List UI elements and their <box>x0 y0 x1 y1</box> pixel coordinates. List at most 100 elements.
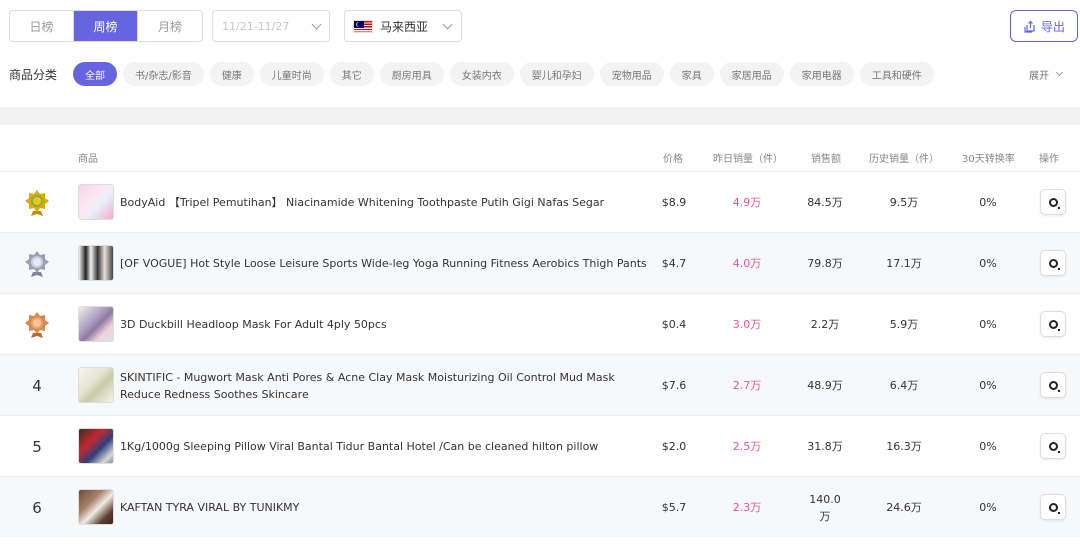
date-range-picker[interactable]: 11/21-11/27 <box>212 10 330 42</box>
search-icon <box>1048 441 1060 453</box>
yesterday-sales-cell: 2.3万 <box>732 501 762 514</box>
malaysia-flag-icon <box>353 19 373 33</box>
category-chip[interactable]: 工具和硬件 <box>859 62 934 86</box>
product-name[interactable]: [OF VOGUE] Hot Style Loose Leisure Sport… <box>120 233 650 294</box>
table-row[interactable]: 3D Duckbill Headloop Mask For Adult 4ply… <box>0 293 1080 354</box>
search-product-button[interactable] <box>1040 189 1066 215</box>
search-product-button[interactable] <box>1040 494 1066 520</box>
conversion-cell: 0% <box>979 196 997 209</box>
table-row[interactable]: 5 1Kg/1000g Sleeping Pillow Viral Bantal… <box>0 415 1080 476</box>
table-row[interactable]: [OF VOGUE] Hot Style Loose Leisure Sport… <box>0 232 1080 293</box>
product-name[interactable]: SKINTIFIC - Mugwort Mask Anti Pores & Ac… <box>120 355 650 416</box>
category-chip[interactable]: 其它 <box>329 62 374 86</box>
history-sales-cell: 24.6万 <box>886 501 922 514</box>
rank-cell <box>22 294 52 355</box>
product-thumbnail[interactable] <box>78 428 114 464</box>
header-actions: 操作 <box>1039 154 1059 165</box>
history-sales-cell: 6.4万 <box>889 379 919 392</box>
rank-cell <box>22 233 52 294</box>
product-thumbnail[interactable] <box>78 245 114 281</box>
chevron-down-icon <box>1055 68 1064 77</box>
search-icon <box>1048 258 1060 270</box>
conversion-cell: 0% <box>979 318 997 331</box>
expand-label: 展开 <box>1029 70 1049 82</box>
product-thumbnail[interactable] <box>78 367 114 403</box>
header-revenue: 销售额 <box>811 154 841 165</box>
search-icon <box>1048 502 1060 514</box>
country-label: 马来西亚 <box>380 19 429 34</box>
price-cell: $7.6 <box>661 379 687 392</box>
product-thumbnail[interactable] <box>78 306 114 342</box>
category-chip[interactable]: 厨房用具 <box>379 62 444 86</box>
tab-monthly[interactable]: 月榜 <box>138 11 202 41</box>
category-chip[interactable]: 女装内衣 <box>449 62 514 86</box>
bronze-medal-icon <box>25 311 49 338</box>
yesterday-sales-cell: 2.7万 <box>732 379 762 392</box>
search-product-button[interactable] <box>1040 250 1066 276</box>
category-chip[interactable]: 家居用品 <box>719 62 784 86</box>
expand-toggle[interactable]: 展开 <box>1029 62 1064 86</box>
date-range-text: 11/21-11/27 <box>222 19 290 33</box>
product-name[interactable]: BodyAid 【Tripel Pemutihan】 Niacinamide W… <box>120 172 650 233</box>
header-price: 价格 <box>663 154 683 165</box>
table-row[interactable]: 6 KAFTAN TYRA VIRAL BY TUNIKMY $5.7 2.3万… <box>0 476 1080 537</box>
header-product: 商品 <box>78 154 98 165</box>
search-product-button[interactable] <box>1040 311 1066 337</box>
price-cell: $8.9 <box>661 196 687 209</box>
header-yesterday-sales: 昨日销量（件） <box>713 154 783 165</box>
category-chip[interactable]: 书/杂志/影音 <box>123 62 204 86</box>
history-sales-cell: 5.9万 <box>889 318 919 331</box>
header-conversion: 30天转换率 <box>962 154 1015 165</box>
category-chip[interactable]: 健康 <box>209 62 254 86</box>
header-history-sales: 历史销量（件） <box>869 154 939 165</box>
category-chip[interactable]: 婴儿和孕妇 <box>519 62 594 86</box>
rank-number: 6 <box>32 498 42 517</box>
revenue-cell: 84.5万 <box>807 196 843 209</box>
price-cell: $4.7 <box>661 257 687 270</box>
category-chip[interactable]: 儿童时尚 <box>259 62 324 86</box>
table-header: 商品 价格 昨日销量（件） 销售额 历史销量（件） 30天转换率 操作 <box>0 141 1080 171</box>
yesterday-sales-cell: 3.0万 <box>732 318 762 331</box>
category-title: 商品分类 <box>9 67 58 82</box>
product-name[interactable]: 1Kg/1000g Sleeping Pillow Viral Bantal T… <box>120 416 650 477</box>
product-name[interactable]: KAFTAN TYRA VIRAL BY TUNIKMY <box>120 477 650 538</box>
revenue-cell: 31.8万 <box>807 440 843 453</box>
category-chip[interactable]: 家用电器 <box>789 62 854 86</box>
table-body: BodyAid 【Tripel Pemutihan】 Niacinamide W… <box>0 171 1080 537</box>
product-thumbnail[interactable] <box>78 489 114 525</box>
conversion-cell: 0% <box>979 501 997 514</box>
rank-number: 4 <box>32 376 42 395</box>
search-icon <box>1048 319 1060 331</box>
export-label: 导出 <box>1040 19 1065 34</box>
history-sales-cell: 9.5万 <box>889 196 919 209</box>
export-button[interactable]: 导出 <box>1010 10 1078 42</box>
table-row[interactable]: BodyAid 【Tripel Pemutihan】 Niacinamide W… <box>0 171 1080 232</box>
category-chip[interactable]: 家具 <box>669 62 714 86</box>
product-name[interactable]: 3D Duckbill Headloop Mask For Adult 4ply… <box>120 294 650 355</box>
tab-weekly[interactable]: 周榜 <box>74 11 138 41</box>
section-divider <box>0 107 1080 125</box>
price-cell: $5.7 <box>661 501 687 514</box>
price-cell: $0.4 <box>661 318 687 331</box>
revenue-cell: 79.8万 <box>807 257 843 270</box>
toolbar: 日榜 周榜 月榜 11/21-11/27 马来西亚 <box>9 10 462 42</box>
category-chip[interactable]: 宠物用品 <box>599 62 664 86</box>
period-tabs: 日榜 周榜 月榜 <box>9 10 203 42</box>
conversion-cell: 0% <box>979 440 997 453</box>
search-product-button[interactable] <box>1040 372 1066 398</box>
product-thumbnail[interactable] <box>78 184 114 220</box>
history-sales-cell: 16.3万 <box>886 440 922 453</box>
gold-medal-icon <box>25 189 49 216</box>
table-row[interactable]: 4 SKINTIFIC - Mugwort Mask Anti Pores & … <box>0 354 1080 415</box>
search-product-button[interactable] <box>1040 433 1066 459</box>
tab-daily[interactable]: 日榜 <box>10 11 74 41</box>
rank-cell <box>22 172 52 233</box>
silver-medal-icon <box>25 250 49 277</box>
revenue-cell: 48.9万 <box>807 379 843 392</box>
category-filter: 商品分类 全部 书/杂志/影音 健康 儿童时尚 其它 厨房用具 女装内衣 婴儿和… <box>9 62 1080 86</box>
yesterday-sales-cell: 4.9万 <box>732 196 762 209</box>
yesterday-sales-cell: 2.5万 <box>732 440 762 453</box>
category-chip-all[interactable]: 全部 <box>73 62 117 86</box>
country-select[interactable]: 马来西亚 <box>344 10 462 42</box>
price-cell: $2.0 <box>661 440 687 453</box>
